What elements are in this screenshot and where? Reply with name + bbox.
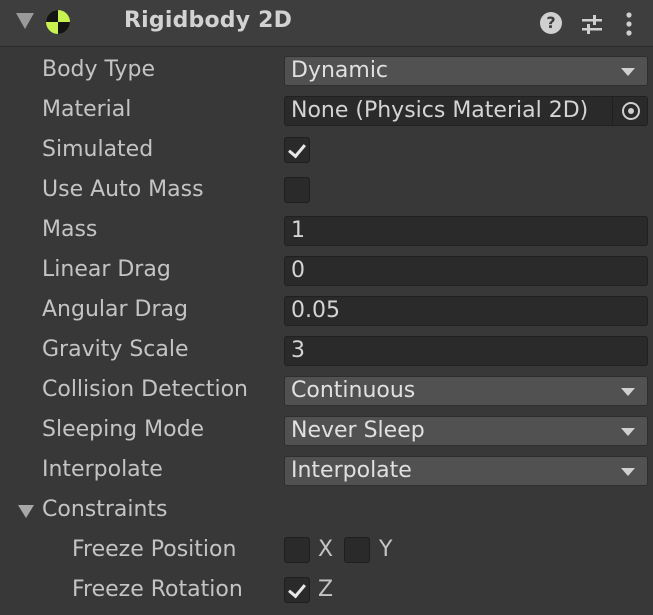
material-label: Material xyxy=(42,97,132,122)
simulated-label: Simulated xyxy=(42,137,154,162)
collision-detection-dropdown[interactable]: Continuous xyxy=(284,376,648,406)
component-title: Rigidbody 2D xyxy=(124,8,293,33)
body-type-dropdown[interactable]: Dynamic xyxy=(284,56,648,86)
component-header[interactable]: Rigidbody 2D ? xyxy=(0,0,653,47)
rigidbody2d-inspector: Rigidbody 2D ? Body Type Dynamic Materia… xyxy=(0,0,653,615)
constraints-label: Constraints xyxy=(42,497,168,522)
help-icon[interactable]: ? xyxy=(540,12,562,34)
freeze-position-label: Freeze Position xyxy=(72,537,237,562)
collision-detection-row: Collision Detection Continuous xyxy=(0,371,653,411)
foldout-arrow-icon[interactable] xyxy=(16,13,34,29)
mass-input[interactable]: 1 xyxy=(284,216,648,246)
angular-drag-label: Angular Drag xyxy=(42,297,188,322)
body-type-row: Body Type Dynamic xyxy=(0,51,653,91)
material-object-field[interactable]: None (Physics Material 2D) xyxy=(284,96,648,126)
interpolate-value: Interpolate xyxy=(291,458,412,483)
freeze-position-y-checkbox[interactable] xyxy=(344,537,370,563)
component-enable-icon[interactable] xyxy=(46,10,70,34)
gravity-scale-input[interactable]: 3 xyxy=(284,336,648,366)
mass-label: Mass xyxy=(42,217,98,242)
sleeping-mode-row: Sleeping Mode Never Sleep xyxy=(0,411,653,451)
chevron-down-icon xyxy=(621,468,635,476)
chevron-down-icon xyxy=(621,428,635,436)
interpolate-row: Interpolate Interpolate xyxy=(0,451,653,491)
body-type-label: Body Type xyxy=(42,57,156,82)
checkmark-icon xyxy=(288,579,306,599)
freeze-position-x-label: X xyxy=(318,537,334,562)
sleeping-mode-value: Never Sleep xyxy=(291,418,425,443)
collision-detection-value: Continuous xyxy=(291,378,416,403)
use-auto-mass-label: Use Auto Mass xyxy=(42,177,204,202)
gravity-scale-label: Gravity Scale xyxy=(42,337,189,362)
freeze-rotation-row: Freeze Rotation Z xyxy=(0,571,653,611)
sleeping-mode-dropdown[interactable]: Never Sleep xyxy=(284,416,648,446)
linear-drag-label: Linear Drag xyxy=(42,257,171,282)
angular-drag-input[interactable]: 0.05 xyxy=(284,296,648,326)
interpolate-label: Interpolate xyxy=(42,457,163,482)
mass-row: Mass 1 xyxy=(0,211,653,251)
material-row: Material None (Physics Material 2D) xyxy=(0,91,653,131)
object-picker-button[interactable] xyxy=(612,97,647,125)
constraints-foldout[interactable]: Constraints xyxy=(0,491,653,531)
use-auto-mass-checkbox[interactable] xyxy=(284,177,310,203)
chevron-down-icon xyxy=(621,68,635,76)
freeze-rotation-z-checkbox[interactable] xyxy=(284,577,310,603)
material-value: None (Physics Material 2D) xyxy=(291,98,589,123)
checkmark-icon xyxy=(288,139,306,159)
gravity-scale-row: Gravity Scale 3 xyxy=(0,331,653,371)
chevron-down-icon xyxy=(621,388,635,396)
presets-icon[interactable] xyxy=(580,11,604,39)
more-menu-icon[interactable] xyxy=(622,10,636,38)
body-type-value: Dynamic xyxy=(291,58,389,83)
linear-drag-row: Linear Drag 0 xyxy=(0,251,653,291)
foldout-arrow-icon[interactable] xyxy=(18,505,34,518)
freeze-position-x-checkbox[interactable] xyxy=(284,537,310,563)
collision-detection-label: Collision Detection xyxy=(42,377,249,402)
freeze-rotation-label: Freeze Rotation xyxy=(72,577,243,602)
freeze-position-row: Freeze Position X Y xyxy=(0,531,653,571)
simulated-checkbox[interactable] xyxy=(284,137,310,163)
freeze-rotation-z-label: Z xyxy=(318,577,334,602)
interpolate-dropdown[interactable]: Interpolate xyxy=(284,456,648,486)
angular-drag-row: Angular Drag 0.05 xyxy=(0,291,653,331)
use-auto-mass-row: Use Auto Mass xyxy=(0,171,653,211)
simulated-row: Simulated xyxy=(0,131,653,171)
sleeping-mode-label: Sleeping Mode xyxy=(42,417,205,442)
freeze-position-y-label: Y xyxy=(379,537,393,562)
linear-drag-input[interactable]: 0 xyxy=(284,256,648,286)
